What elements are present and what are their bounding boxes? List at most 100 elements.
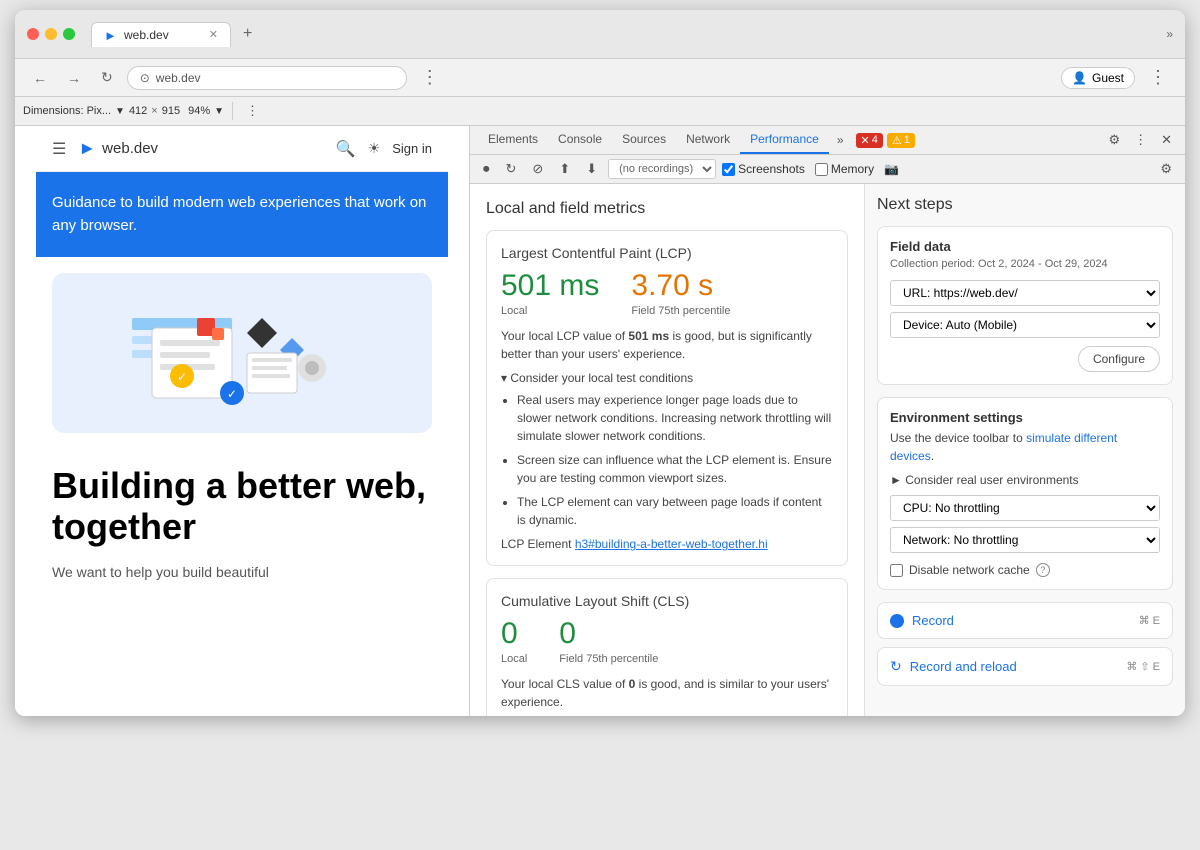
screenshots-label: Screenshots	[738, 162, 805, 176]
user-button[interactable]: 👤 Guest	[1061, 67, 1135, 89]
hero-banner: Guidance to build modern web experiences…	[36, 172, 448, 257]
warning-badge: ⚠ 1	[887, 133, 915, 148]
theme-toggle-icon[interactable]: ☀	[368, 140, 381, 157]
env-description: Use the device toolbar to simulate diffe…	[890, 429, 1160, 465]
reload-icon: ↻	[890, 658, 902, 675]
tab-expand-icon[interactable]: »	[1166, 27, 1173, 41]
reload-button[interactable]: ↻	[95, 67, 119, 88]
cls-title: Cumulative Layout Shift (CLS)	[501, 593, 833, 609]
reload-icon-button[interactable]: ↻	[501, 159, 522, 179]
dimensions-zoom: 94%	[188, 105, 210, 117]
perf-settings-button[interactable]: ⚙	[1155, 159, 1177, 179]
main-area: ☰ ► web.dev 🔍 ☀ Sign in Guidance to buil…	[15, 126, 1185, 716]
configure-button[interactable]: Configure	[1078, 346, 1160, 372]
tab-elements[interactable]: Elements	[478, 126, 548, 154]
cls-local-value: 0 Local	[501, 617, 527, 665]
env-description-end: .	[931, 449, 934, 463]
search-icon[interactable]: 🔍	[336, 139, 356, 159]
record-icon-button[interactable]: ⏺	[478, 159, 495, 179]
more-options-button[interactable]: ⋮	[241, 101, 264, 121]
more-tabs-button[interactable]: »	[829, 129, 852, 151]
zoom-dropdown-icon[interactable]: ▼	[214, 106, 224, 117]
memory-checkbox-label: Memory	[815, 162, 874, 176]
lcp-consider-title[interactable]: ▾ Consider your local test conditions	[501, 371, 833, 385]
screenshots-checkbox[interactable]	[722, 163, 735, 176]
browser-more-button[interactable]: ⋮	[415, 65, 445, 90]
simulate-devices-link[interactable]: simulate different devices	[890, 431, 1117, 463]
traffic-lights	[27, 28, 75, 40]
devtools-settings-button[interactable]: ⚙	[1103, 130, 1125, 150]
dimensions-height: 915	[162, 105, 180, 117]
hamburger-icon[interactable]: ☰	[52, 139, 66, 159]
lcp-element-link[interactable]: h3#building-a-better-web-together.hi	[575, 537, 768, 551]
consider-env-toggle[interactable]: ► Consider real user environments	[890, 473, 1160, 487]
devtools-close-button[interactable]: ✕	[1156, 130, 1177, 150]
tab-network[interactable]: Network	[676, 126, 740, 154]
svg-text:✓: ✓	[227, 387, 237, 401]
error-icon: ✕	[861, 134, 870, 147]
cpu-throttle-select[interactable]: CPU: No throttling	[890, 495, 1160, 521]
address-input[interactable]: ⊙ web.dev	[127, 66, 407, 90]
lcp-local-value: 501 ms Local	[501, 269, 599, 317]
webpage-preview: ☰ ► web.dev 🔍 ☀ Sign in Guidance to buil…	[15, 126, 470, 716]
address-url-icon: ⊙	[140, 71, 150, 85]
cls-field-label: Field 75th percentile	[559, 653, 658, 665]
record-reload-btn-left: ↻ Record and reload	[890, 658, 1017, 675]
devtools-badges: ✕ 4 ⚠ 1	[856, 133, 915, 148]
perf-main: Local and field metrics Largest Contentf…	[470, 184, 865, 716]
field-data-subtitle: Collection period: Oct 2, 2024 - Oct 29,…	[890, 258, 1160, 270]
url-select[interactable]: URL: https://web.dev/	[890, 280, 1160, 306]
lcp-consider-section: ▾ Consider your local test conditions Re…	[501, 371, 833, 529]
new-tab-button[interactable]: +	[235, 20, 260, 48]
network-throttle-select[interactable]: Network: No throttling	[890, 527, 1160, 553]
active-tab[interactable]: ► web.dev ✕	[91, 22, 231, 47]
back-button[interactable]: ←	[27, 68, 53, 88]
maximize-button[interactable]	[63, 28, 75, 40]
dimensions-x: ×	[151, 105, 157, 117]
tab-close-icon[interactable]: ✕	[209, 28, 218, 41]
download-icon-button[interactable]: ⬇	[581, 159, 602, 179]
tab-favicon: ►	[104, 28, 118, 42]
main-heading: Building a better web, together	[52, 465, 432, 548]
memory-checkbox[interactable]	[815, 163, 828, 176]
hero-text: Guidance to build modern web experiences…	[52, 192, 432, 237]
devtools-settings: ⚙ ⋮ ✕	[1103, 130, 1177, 150]
warning-count: 1	[904, 134, 910, 146]
minimize-button[interactable]	[45, 28, 57, 40]
close-button[interactable]	[27, 28, 39, 40]
sign-in-button[interactable]: Sign in	[392, 141, 432, 156]
hero-image: ✓ ✓	[52, 273, 432, 433]
tab-console[interactable]: Console	[548, 126, 612, 154]
memory-label: Memory	[831, 162, 874, 176]
record-circle-icon	[890, 614, 904, 628]
devtools-more-button[interactable]: ⋮	[1129, 130, 1152, 150]
tab-performance[interactable]: Performance	[740, 126, 829, 154]
recordings-select[interactable]: (no recordings)	[608, 159, 716, 179]
upload-icon-button[interactable]: ⬆	[554, 159, 575, 179]
tab-title: web.dev	[124, 28, 169, 42]
lcp-field-value: 3.70 s Field 75th percentile	[631, 269, 730, 317]
dimensions-dropdown-icon[interactable]: ▼	[115, 106, 125, 117]
environment-card: Environment settings Use the device tool…	[877, 397, 1173, 590]
cache-help-icon[interactable]: ?	[1036, 563, 1050, 577]
device-select[interactable]: Device: Auto (Mobile)	[890, 312, 1160, 338]
clear-icon-button[interactable]: ⊘	[527, 159, 548, 179]
browser-menu-button[interactable]: ⋮	[1143, 65, 1173, 90]
field-data-title: Field data	[890, 239, 1160, 254]
cls-description: Your local CLS value of 0 is good, and i…	[501, 675, 833, 711]
forward-button[interactable]: →	[61, 68, 87, 88]
cls-field-value: 0 Field 75th percentile	[559, 617, 658, 665]
lcp-field-label: Field 75th percentile	[631, 305, 730, 317]
tab-sources[interactable]: Sources	[612, 126, 676, 154]
lcp-local-label: Local	[501, 305, 599, 317]
record-reload-button[interactable]: ↻ Record and reload ⌘ ⇧ E	[877, 647, 1173, 686]
lcp-field-number: 3.70 s	[631, 269, 730, 303]
page-heading: Building a better web, together	[36, 449, 448, 564]
cls-card: Cumulative Layout Shift (CLS) 0 Local 0 …	[486, 578, 848, 716]
record-button[interactable]: Record ⌘ E	[877, 602, 1173, 639]
separator	[232, 102, 233, 120]
disable-cache-checkbox[interactable]	[890, 564, 903, 577]
lcp-title: Largest Contentful Paint (LCP)	[501, 245, 833, 261]
lcp-local-number: 501 ms	[501, 269, 599, 303]
error-badge: ✕ 4	[856, 133, 883, 148]
